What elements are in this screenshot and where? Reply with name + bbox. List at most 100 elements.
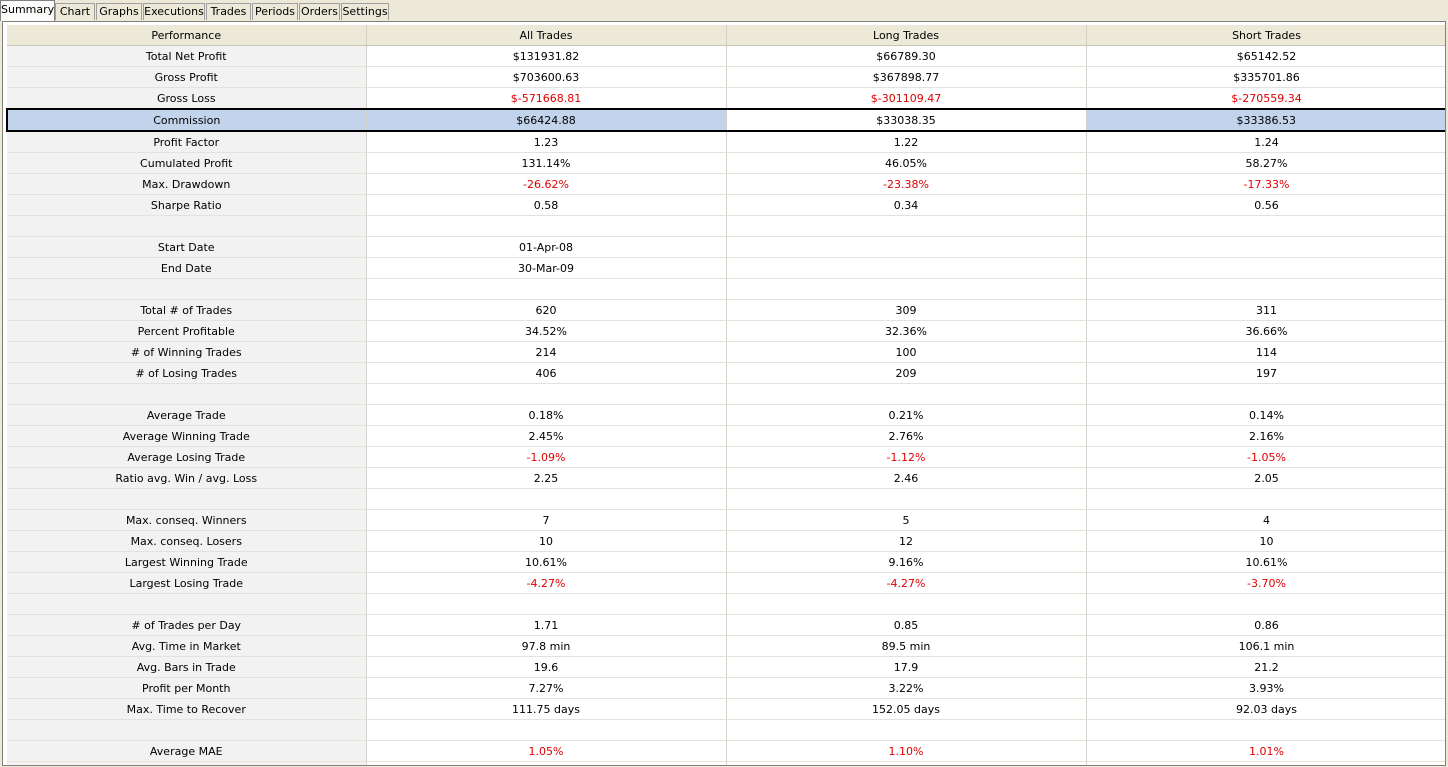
cell-short-trades[interactable]: 106.1 min xyxy=(1086,635,1445,657)
cell-long-trades[interactable] xyxy=(726,488,1087,510)
table-row[interactable] xyxy=(7,278,1445,300)
cell-short-trades[interactable]: 58.27% xyxy=(1086,152,1445,174)
cell-long-trades[interactable] xyxy=(726,383,1087,405)
cell-long-trades[interactable] xyxy=(726,257,1087,279)
table-row[interactable]: Percent Profitable 34.52% 32.36% 36.66% xyxy=(7,320,1445,342)
cell-long-trades[interactable]: 89.5 min xyxy=(726,635,1087,657)
cell-short-trades[interactable]: 311 xyxy=(1086,299,1445,321)
table-row[interactable]: Cumulated Profit 131.14% 46.05% 58.27% xyxy=(7,152,1445,174)
cell-all-trades[interactable]: 10 xyxy=(366,530,727,552)
cell-long-trades[interactable]: $367898.77 xyxy=(726,66,1087,88)
table-row[interactable]: Gross Loss $-571668.81 $-301109.47 $-270559… xyxy=(7,87,1445,110)
cell-all-trades[interactable]: 34.52% xyxy=(366,320,727,342)
tab-orders[interactable]: Orders xyxy=(299,3,340,20)
cell-long-trades[interactable] xyxy=(726,278,1087,300)
table-row[interactable] xyxy=(7,488,1445,510)
cell-short-trades[interactable]: 0.56 xyxy=(1086,194,1445,216)
tab-graphs[interactable]: Graphs xyxy=(96,3,142,20)
cell-all-trades[interactable]: 10.61% xyxy=(366,551,727,573)
cell-short-trades[interactable]: $335701.86 xyxy=(1086,66,1445,88)
cell-long-trades[interactable]: 2.46 xyxy=(726,467,1087,489)
cell-all-trades[interactable] xyxy=(366,278,727,300)
cell-short-trades[interactable] xyxy=(1086,278,1445,300)
cell-short-trades[interactable]: 92.03 days xyxy=(1086,698,1445,720)
table-row[interactable]: Total # of Trades 620 309 311 xyxy=(7,299,1445,321)
cell-short-trades[interactable]: 197 xyxy=(1086,362,1445,384)
table-row[interactable]: Gross Profit $703600.63 $367898.77 $335701.… xyxy=(7,66,1445,88)
table-row[interactable]: Ratio avg. Win / avg. Loss 2.25 2.46 2.05 xyxy=(7,467,1445,489)
cell-all-trades[interactable]: 620 xyxy=(366,299,727,321)
cell-all-trades[interactable]: 01-Apr-08 xyxy=(366,236,727,258)
cell-short-trades[interactable]: 2.06% xyxy=(1086,761,1445,765)
table-row[interactable]: End Date 30-Mar-09 xyxy=(7,257,1445,279)
table-row[interactable]: # of Trades per Day 1.71 0.85 0.86 xyxy=(7,614,1445,636)
cell-short-trades[interactable]: 2.16% xyxy=(1086,425,1445,447)
column-header-performance[interactable]: Performance xyxy=(7,25,367,46)
cell-short-trades[interactable] xyxy=(1086,236,1445,258)
table-row[interactable]: Profit Factor 1.23 1.22 1.24 xyxy=(7,131,1445,153)
cell-all-trades[interactable]: 214 xyxy=(366,341,727,363)
table-row[interactable]: Max. Drawdown -26.62% -23.38% -17.33% xyxy=(7,173,1445,195)
column-header-long-trades[interactable]: Long Trades xyxy=(726,25,1087,46)
cell-short-trades[interactable]: 114 xyxy=(1086,341,1445,363)
tab-periods[interactable]: Periods xyxy=(252,3,298,20)
cell-long-trades[interactable]: 17.9 xyxy=(726,656,1087,678)
cell-long-trades[interactable]: 309 xyxy=(726,299,1087,321)
cell-all-trades[interactable] xyxy=(366,593,727,615)
cell-long-trades[interactable]: 32.36% xyxy=(726,320,1087,342)
cell-short-trades[interactable]: 4 xyxy=(1086,509,1445,531)
cell-long-trades[interactable]: -4.27% xyxy=(726,572,1087,594)
table-row[interactable]: Average Trade 0.18% 0.21% 0.14% xyxy=(7,404,1445,426)
cell-long-trades[interactable]: 152.05 days xyxy=(726,698,1087,720)
tab-executions[interactable]: Executions xyxy=(143,3,205,20)
cell-all-trades[interactable]: 19.6 xyxy=(366,656,727,678)
cell-long-trades[interactable]: 1.10% xyxy=(726,740,1087,762)
cell-all-trades[interactable]: 1.05% xyxy=(366,740,727,762)
cell-short-trades[interactable]: -1.05% xyxy=(1086,446,1445,468)
column-header-all-trades[interactable]: All Trades xyxy=(366,25,727,46)
table-row[interactable] xyxy=(7,719,1445,741)
cell-short-trades[interactable] xyxy=(1086,215,1445,237)
cell-short-trades[interactable]: $-270559.34 xyxy=(1086,87,1445,110)
cell-all-trades[interactable]: 2.45% xyxy=(366,425,727,447)
tab-settings[interactable]: Settings xyxy=(341,3,389,20)
cell-long-trades[interactable]: 0.85 xyxy=(726,614,1087,636)
cell-short-trades[interactable]: 0.14% xyxy=(1086,404,1445,426)
cell-long-trades[interactable] xyxy=(726,215,1087,237)
cell-short-trades[interactable]: 21.2 xyxy=(1086,656,1445,678)
cell-long-trades[interactable]: -1.12% xyxy=(726,446,1087,468)
cell-all-trades[interactable]: 30-Mar-09 xyxy=(366,257,727,279)
cell-short-trades[interactable]: 3.93% xyxy=(1086,677,1445,699)
table-row[interactable]: Largest Losing Trade -4.27% -4.27% -3.70% xyxy=(7,572,1445,594)
cell-short-trades[interactable]: 10.61% xyxy=(1086,551,1445,573)
cell-long-trades[interactable] xyxy=(726,593,1087,615)
cell-short-trades[interactable]: $65142.52 xyxy=(1086,45,1445,67)
cell-short-trades[interactable] xyxy=(1086,719,1445,741)
cell-all-trades[interactable]: $131931.82 xyxy=(366,45,727,67)
table-row[interactable]: Start Date 01-Apr-08 xyxy=(7,236,1445,258)
cell-long-trades[interactable] xyxy=(726,236,1087,258)
cell-long-trades[interactable]: 12 xyxy=(726,530,1087,552)
table-row[interactable]: Max. Time to Recover 111.75 days 152.05 da… xyxy=(7,698,1445,720)
cell-all-trades[interactable]: 2.04% xyxy=(366,761,727,765)
cell-all-trades[interactable]: -26.62% xyxy=(366,173,727,195)
table-row[interactable]: Average Losing Trade -1.09% -1.12% -1.05% xyxy=(7,446,1445,468)
table-row[interactable] xyxy=(7,383,1445,405)
table-row[interactable]: Profit per Month 7.27% 3.22% 3.93% xyxy=(7,677,1445,699)
cell-all-trades[interactable]: 1.71 xyxy=(366,614,727,636)
cell-all-trades[interactable]: 406 xyxy=(366,362,727,384)
cell-long-trades[interactable]: 0.21% xyxy=(726,404,1087,426)
table-row[interactable]: Average MAE 1.05% 1.10% 1.01% xyxy=(7,740,1445,762)
cell-short-trades[interactable]: 10 xyxy=(1086,530,1445,552)
cell-all-trades[interactable]: 0.18% xyxy=(366,404,727,426)
cell-long-trades[interactable]: 46.05% xyxy=(726,152,1087,174)
cell-long-trades[interactable] xyxy=(726,719,1087,741)
cell-long-trades[interactable]: 5 xyxy=(726,509,1087,531)
table-row[interactable]: Avg. Time in Market 97.8 min 89.5 min 106.1… xyxy=(7,635,1445,657)
cell-short-trades[interactable] xyxy=(1086,383,1445,405)
table-row[interactable] xyxy=(7,593,1445,615)
cell-short-trades[interactable]: 1.01% xyxy=(1086,740,1445,762)
cell-all-trades[interactable]: 2.25 xyxy=(366,467,727,489)
cell-all-trades[interactable] xyxy=(366,488,727,510)
cell-long-trades[interactable]: 1.22 xyxy=(726,131,1087,153)
